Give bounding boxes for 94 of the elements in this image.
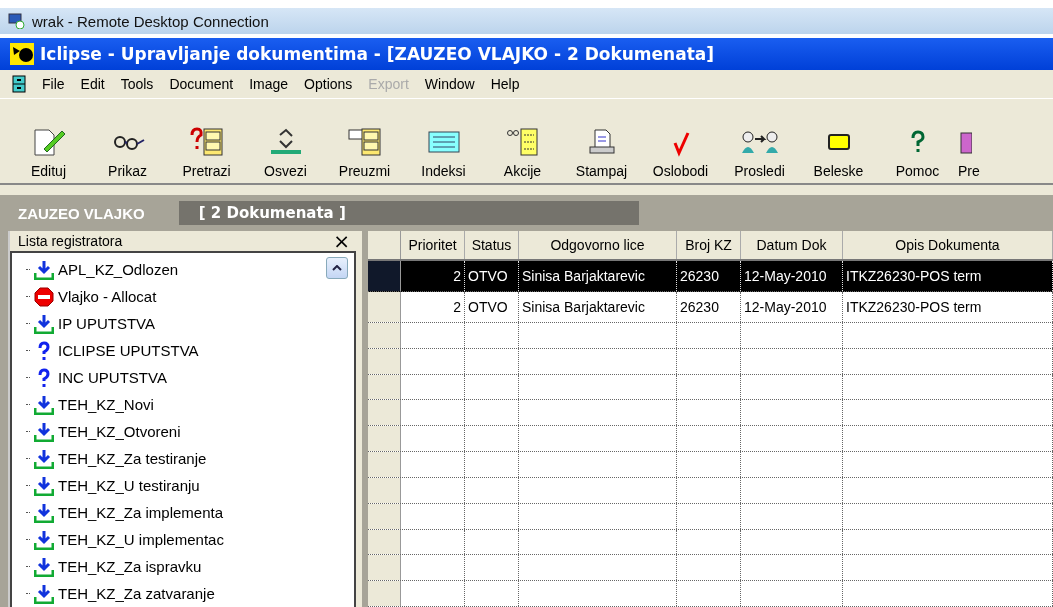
menu-item[interactable]: Edit bbox=[80, 76, 105, 92]
toolbar-button[interactable]: Akcije bbox=[484, 127, 561, 179]
toolbar-button[interactable]: Pretrazi bbox=[168, 127, 245, 179]
menu-item[interactable]: File bbox=[42, 76, 65, 92]
empty-row[interactable] bbox=[368, 529, 1053, 556]
empty-row[interactable] bbox=[368, 348, 1053, 375]
table-row[interactable]: 2 OTVO Sinisa Barjaktarevic 26230 12-May-2010 ITKZ26230-POS term bbox=[368, 261, 1053, 292]
close-button[interactable]: × bbox=[327, 231, 356, 251]
menu-item[interactable]: Help bbox=[490, 76, 520, 92]
window-title: Iclipse - Upravljanje dokumentima - [ZAUZEO VLAJKO - 2 Dokumenata] bbox=[40, 44, 714, 64]
table-row[interactable]: 2 OTVO Sinisa Barjaktarevic 26230 12-May-2010 ITKZ26230-POS term bbox=[368, 292, 1053, 323]
toolbar-button[interactable]: Oslobodi bbox=[642, 127, 719, 179]
table-cell: 12-May-2010 bbox=[741, 292, 843, 322]
table-cell: 26230 bbox=[677, 261, 741, 291]
menu-item[interactable]: Window bbox=[424, 76, 475, 92]
scroll-up-button[interactable] bbox=[326, 257, 348, 279]
table-cell: Sinisa Barjaktarevic bbox=[519, 292, 677, 322]
toolbar-button[interactable]: Beleske bbox=[800, 127, 877, 179]
empty-row[interactable] bbox=[368, 503, 1053, 530]
app-icon bbox=[10, 43, 34, 65]
empty-row[interactable] bbox=[368, 426, 1053, 453]
download-icon bbox=[34, 502, 54, 523]
column-header[interactable]: Broj KZ bbox=[677, 231, 741, 259]
column-header[interactable]: Prioritet bbox=[401, 231, 465, 259]
tree-item[interactable]: ICLIPSE UPUTSTVA bbox=[12, 337, 354, 364]
empty-row[interactable] bbox=[368, 323, 1053, 349]
row-header[interactable] bbox=[368, 529, 401, 555]
empty-row[interactable] bbox=[368, 374, 1053, 401]
download-icon bbox=[34, 556, 54, 577]
tree-item[interactable]: TEH_KZ_U testiranju bbox=[12, 472, 354, 499]
stop-sign-icon bbox=[34, 286, 54, 307]
tree-item[interactable]: TEH_KZ_Za zatvaranje bbox=[12, 580, 354, 607]
download-icon bbox=[34, 448, 54, 469]
table-cell: OTVO bbox=[465, 292, 519, 322]
empty-row[interactable] bbox=[368, 581, 1053, 607]
menu-item[interactable]: Options bbox=[304, 76, 353, 92]
tree-item[interactable]: APL_KZ_Odlozen bbox=[12, 256, 354, 283]
cabinet-icon bbox=[188, 127, 225, 157]
tree-item[interactable]: INC UPUTSTVA bbox=[12, 364, 354, 391]
toolbar-button[interactable]: Edituj bbox=[10, 127, 87, 179]
toolbar-button[interactable]: Preuzmi bbox=[326, 127, 403, 179]
column-header[interactable]: Datum Dok bbox=[741, 231, 843, 259]
window-title: wrak - Remote Desktop Connection bbox=[32, 12, 269, 30]
user-label: ZAUZEO VLAJKO bbox=[18, 204, 145, 222]
chevron-up-icon bbox=[332, 265, 342, 271]
list-icon bbox=[505, 127, 540, 157]
table-cell: OTVO bbox=[465, 261, 519, 291]
pencil-icon bbox=[31, 127, 66, 157]
toolbar-button[interactable]: Pre bbox=[958, 127, 982, 179]
download-icon bbox=[34, 394, 54, 415]
column-header[interactable]: Odgovorno lice bbox=[519, 231, 677, 259]
download-icon bbox=[34, 421, 54, 442]
tree-item[interactable]: Vlajko - Allocat bbox=[12, 283, 354, 310]
tree-item[interactable]: TEH_KZ_Za testiranje bbox=[12, 445, 354, 472]
tree-item[interactable]: TEH_KZ_Otvoreni bbox=[12, 418, 354, 445]
tree-item[interactable]: TEH_KZ_Novi bbox=[12, 391, 354, 418]
toolbar-button[interactable]: Osvezi bbox=[247, 127, 324, 179]
empty-row[interactable] bbox=[368, 477, 1053, 504]
menu-item[interactable]: Image bbox=[249, 76, 289, 92]
empty-row[interactable] bbox=[368, 452, 1053, 478]
table-cell: 2 bbox=[401, 292, 465, 322]
table-cell: ITKZ26230-POS term bbox=[843, 292, 1053, 322]
menu-item[interactable]: Tools bbox=[120, 76, 154, 92]
toolbar-button[interactable]: Pomoc bbox=[879, 127, 956, 179]
download-icon bbox=[34, 313, 54, 334]
cabinet-icon bbox=[12, 75, 26, 93]
tree-item[interactable]: TEH_KZ_Za ispravku bbox=[12, 553, 354, 580]
column-header[interactable]: Status bbox=[465, 231, 519, 259]
computer-icon bbox=[8, 13, 26, 29]
column-header[interactable]: Opis Dokumenta bbox=[843, 231, 1053, 259]
document-count: [ 2 Dokumenata ] bbox=[178, 201, 639, 225]
empty-row[interactable] bbox=[368, 400, 1053, 427]
row-header[interactable] bbox=[368, 374, 401, 400]
table-cell: ITKZ26230-POS term bbox=[843, 261, 1053, 291]
menu-item[interactable]: Document bbox=[169, 76, 234, 92]
row-header[interactable] bbox=[368, 261, 401, 291]
empty-row[interactable] bbox=[368, 555, 1053, 582]
tree-item[interactable]: TEH_KZ_Za implementa bbox=[12, 499, 354, 526]
download-icon bbox=[34, 529, 54, 550]
download-icon bbox=[34, 583, 54, 604]
tree-item[interactable]: TEH_KZ_U implementac bbox=[12, 526, 354, 553]
table-cell: Sinisa Barjaktarevic bbox=[519, 261, 677, 291]
toolbar-button[interactable]: Prikaz bbox=[89, 127, 166, 179]
cabinet-icon bbox=[346, 127, 383, 157]
download-icon bbox=[34, 259, 54, 280]
download-icon bbox=[34, 475, 54, 496]
table-cell: 2 bbox=[401, 261, 465, 291]
table-cell: 12-May-2010 bbox=[741, 261, 843, 291]
tree-item[interactable]: IP UPUTSTVA bbox=[12, 310, 354, 337]
panel-title: Lista registratora bbox=[18, 233, 123, 249]
table-cell: 26230 bbox=[677, 292, 741, 322]
toolbar-button[interactable]: Prosledi bbox=[721, 127, 798, 179]
toolbar-button[interactable]: Stampaj bbox=[563, 127, 640, 179]
toolbar-button[interactable]: Indeksi bbox=[405, 127, 482, 179]
